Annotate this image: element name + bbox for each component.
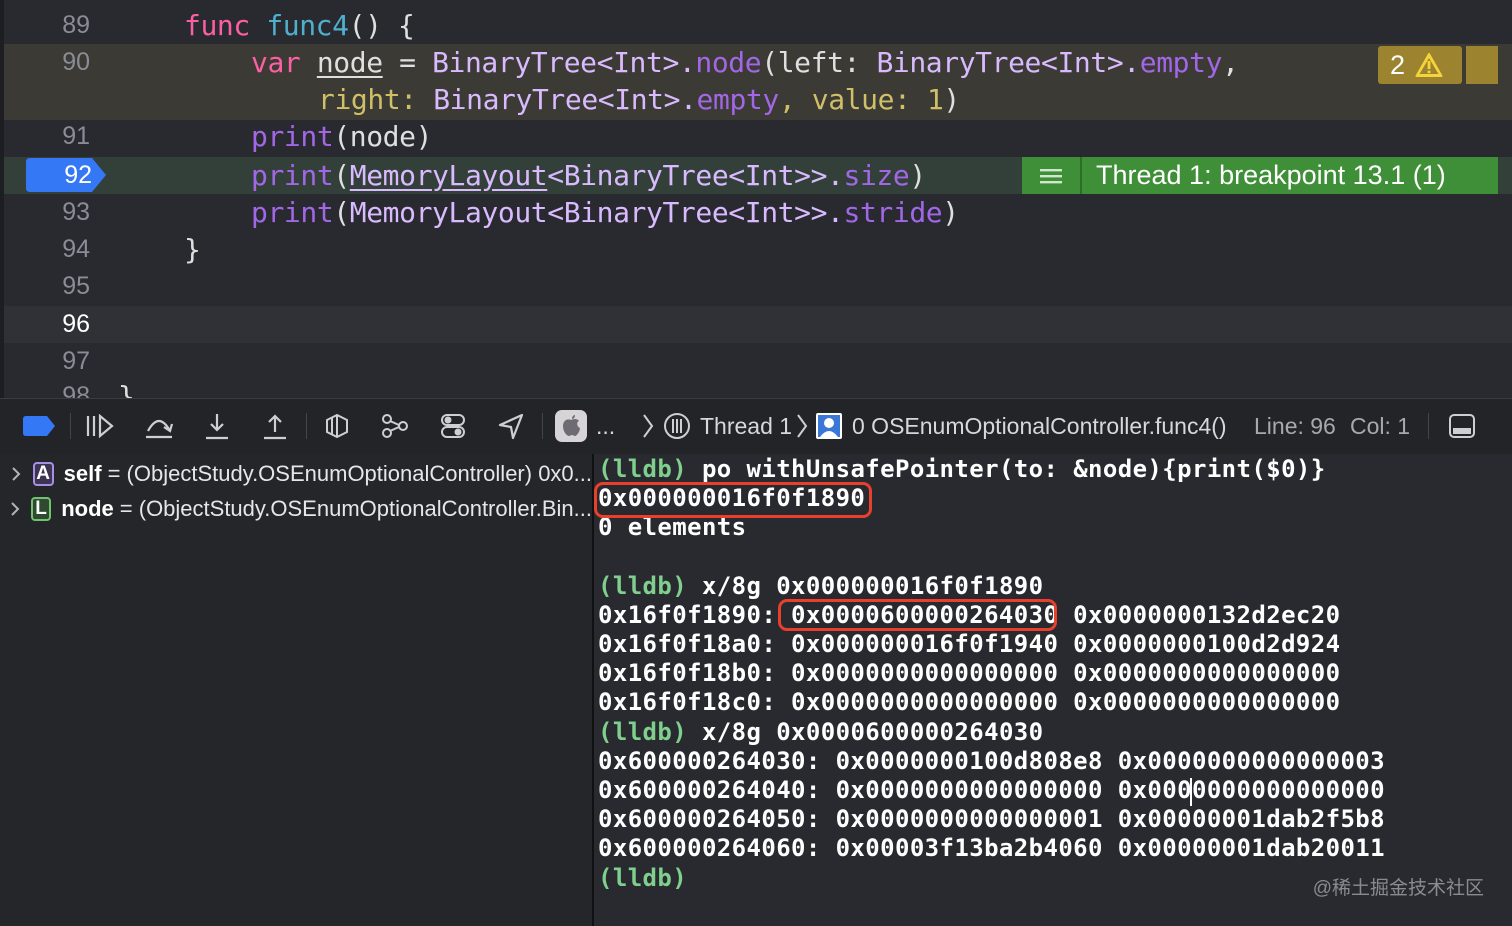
line-number[interactable]: 98	[4, 378, 90, 398]
watermark: @稀土掘金技术社区	[1312, 878, 1484, 899]
variable-row[interactable]: L node = (ObjectStudy.OSEnumOptionalCont…	[0, 491, 592, 527]
variable-value: = (ObjectStudy.OSEnumOptionalController.…	[119, 496, 592, 521]
console-line: 0x600000264050: 0x0000000000000001 0x000…	[598, 805, 1386, 833]
code-text: var node = BinaryTree<Int>.node(left: Bi…	[251, 46, 1239, 79]
divider	[542, 413, 543, 439]
variables-view[interactable]: A self = (ObjectStudy.OSEnumOptionalCont…	[0, 454, 592, 926]
step-into-icon[interactable]	[200, 411, 234, 441]
console-line: (lldb) po withUnsafePointer(to: &node){p…	[598, 455, 1326, 483]
app-name[interactable]: ...	[596, 411, 615, 441]
breakpoints-toggle-icon[interactable]	[22, 411, 56, 441]
source-editor[interactable]: 89 func func4() { 90 var node = BinaryTr…	[0, 0, 1512, 398]
divider	[306, 413, 307, 439]
code-line[interactable]: 94 }	[4, 231, 1512, 268]
console-line: 0x16f0f18c0: 0x0000000000000000 0x000000…	[598, 688, 1341, 716]
line-number[interactable]: 95	[4, 268, 90, 305]
line-number[interactable]: 93	[4, 194, 90, 231]
warning-badge[interactable]: 2	[1378, 46, 1462, 84]
console-line: 0x16f0f18b0: 0x0000000000000000 0x000000…	[598, 659, 1341, 687]
code-line[interactable]: 96	[4, 306, 1512, 343]
code-text: }	[118, 380, 135, 398]
local-badge: L	[30, 497, 52, 521]
line-number[interactable]: 94	[4, 231, 90, 268]
line-number[interactable]: 90	[4, 44, 90, 81]
code-text: func func4() {	[184, 9, 415, 42]
warning-icon	[1415, 53, 1443, 77]
app-icon[interactable]	[554, 410, 588, 442]
code-line[interactable]: 95	[4, 268, 1512, 305]
warning-count: 2	[1390, 49, 1406, 80]
environment-overrides-icon[interactable]	[436, 411, 470, 441]
breakpoint-annotation[interactable]: Thread 1: breakpoint 13.1 (1)	[1022, 157, 1498, 194]
variable-row[interactable]: A self = (ObjectStudy.OSEnumOptionalCont…	[0, 456, 592, 492]
step-over-icon[interactable]	[142, 411, 176, 441]
console-line: 0x16f0f18a0: 0x000000016f0f1940 0x000000…	[598, 630, 1341, 658]
code-text: print(MemoryLayout<BinaryTree<Int>>.size…	[251, 159, 926, 192]
warning-indicator	[1466, 46, 1498, 84]
toggle-panel-icon[interactable]	[1446, 411, 1478, 441]
code-text: print(node)	[251, 120, 433, 153]
variable-name: self	[63, 461, 102, 486]
divider	[70, 413, 71, 439]
debug-console[interactable]: (lldb) po withUnsafePointer(to: &node){p…	[594, 454, 1512, 926]
code-line[interactable]: 93 print(MemoryLayout<BinaryTree<Int>>.s…	[4, 194, 1512, 231]
console-line: 0x600000264060: 0x00003f13ba2b4060 0x000…	[598, 834, 1386, 862]
chevron-right-icon	[792, 411, 812, 441]
console-line: 0x600000264030: 0x0000000100d808e8 0x000…	[598, 747, 1386, 775]
line-number[interactable]: 92	[6, 157, 92, 194]
line-number[interactable]: 96	[4, 306, 90, 343]
chevron-right-icon	[638, 411, 658, 441]
list-icon[interactable]	[1022, 157, 1082, 194]
console-line: (lldb) x/8g 0x0000600000264030	[598, 718, 1044, 746]
argument-badge: A	[32, 462, 54, 486]
stack-frame-selector[interactable]: 0 OSEnumOptionalController.func4()	[852, 411, 1227, 441]
stack-frame-icon	[814, 411, 844, 441]
line-number[interactable]: 91	[4, 118, 90, 155]
line-number[interactable]: 97	[4, 343, 90, 380]
console-line: (lldb) x/8g 0x000000016f0f1890	[598, 572, 1044, 600]
divider	[1428, 413, 1429, 439]
memory-graph-icon[interactable]	[378, 411, 412, 441]
column-indicator: Col: 1	[1350, 413, 1411, 439]
text-cursor	[1190, 778, 1192, 806]
code-line[interactable]: 97	[4, 343, 1512, 380]
code-line[interactable]: 89 func func4() {	[4, 7, 1512, 44]
thread-selector[interactable]: Thread 1	[700, 411, 792, 441]
disclosure-chevron-icon[interactable]	[0, 501, 31, 517]
code-line[interactable]: 90 var node = BinaryTree<Int>.node(left:…	[4, 44, 1512, 81]
code-line-continuation[interactable]: right: BinaryTree<Int>.empty, value: 1)	[4, 81, 1512, 118]
variable-value: = (ObjectStudy.OSEnumOptionalController)…	[107, 461, 592, 486]
disclosure-chevron-icon[interactable]	[0, 466, 33, 482]
code-line[interactable]: 98 }	[4, 378, 1512, 398]
code-text: }	[184, 233, 201, 266]
highlight-box	[594, 482, 872, 518]
continue-icon[interactable]	[82, 411, 116, 441]
thread-icon	[662, 411, 692, 441]
code-line[interactable]: 91 print(node)	[4, 118, 1512, 155]
line-number[interactable]: 89	[4, 7, 90, 44]
code-text: print(MemoryLayout<BinaryTree<Int>>.stri…	[251, 196, 959, 229]
debug-bar: ... Thread 1 0 OSEnumOptionalController.…	[0, 398, 1512, 454]
code-text: right: BinaryTree<Int>.empty, value: 1)	[318, 83, 960, 116]
highlight-box	[778, 599, 1057, 631]
simulate-location-icon[interactable]	[494, 411, 528, 441]
line-indicator: Line: 96	[1254, 413, 1336, 439]
view-hierarchy-icon[interactable]	[320, 411, 354, 441]
console-line: 0x600000264040: 0x0000000000000000 0x000…	[598, 776, 1386, 804]
variable-name: node	[61, 496, 114, 521]
console-line: (lldb)	[598, 864, 688, 892]
breakpoint-message: Thread 1: breakpoint 13.1 (1)	[1096, 160, 1446, 190]
step-out-icon[interactable]	[258, 411, 292, 441]
